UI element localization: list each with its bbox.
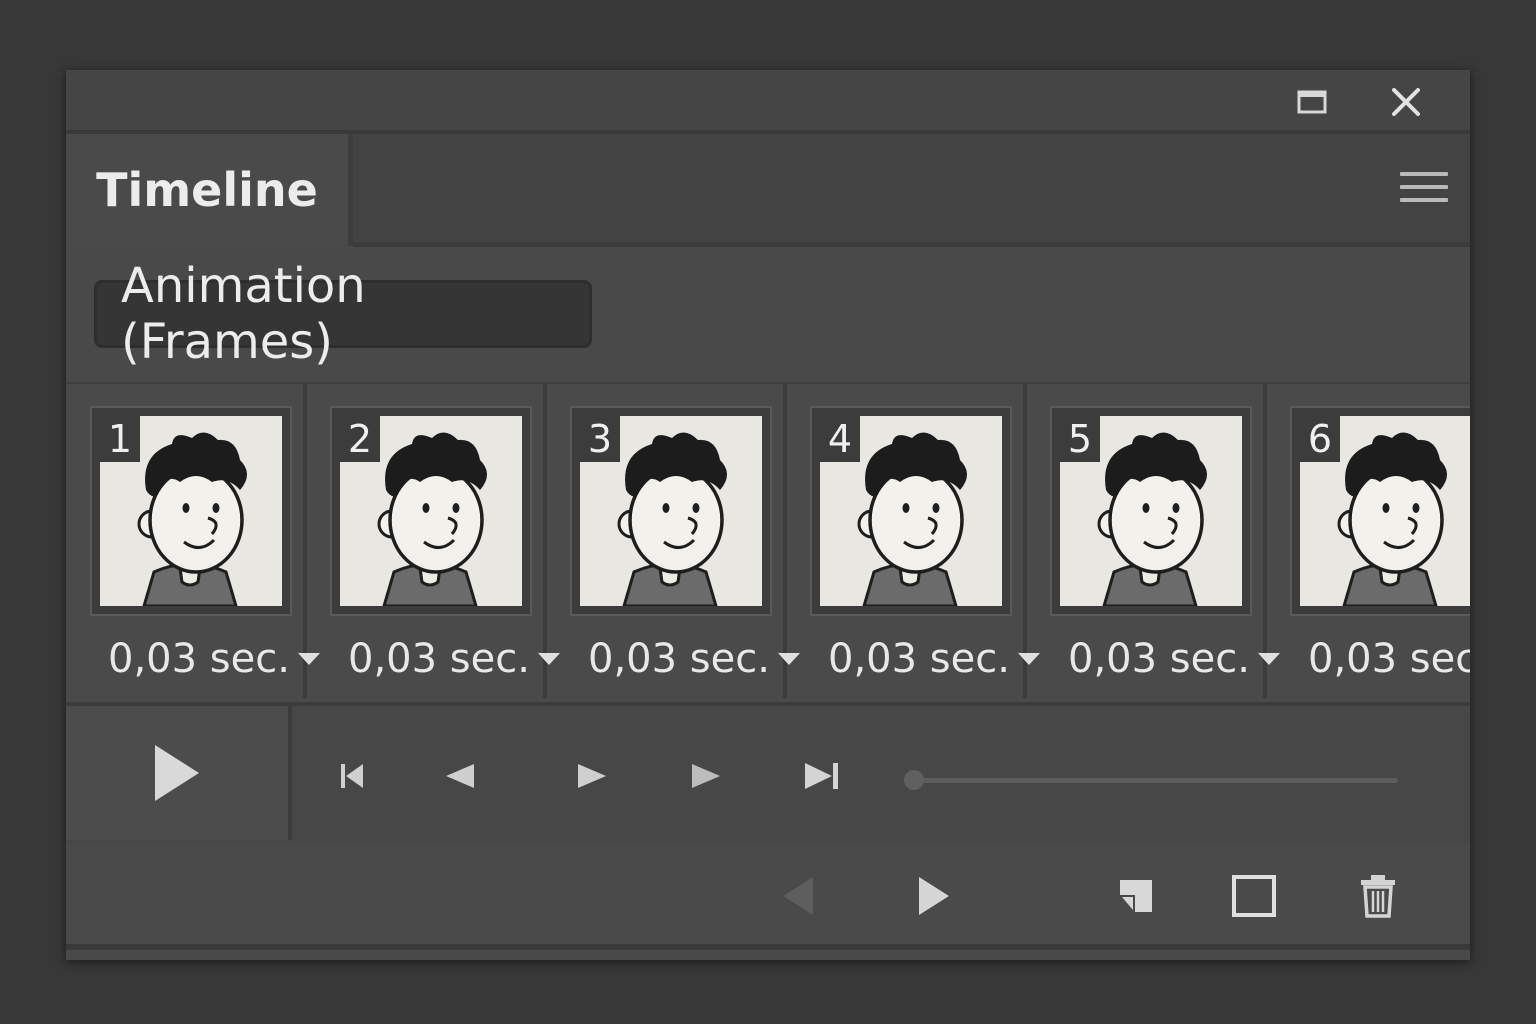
play-button[interactable] [66, 706, 292, 840]
frame-delay-dropdown[interactable]: 0,03 sec. [828, 634, 1040, 684]
playback-scrubber-track[interactable] [912, 778, 1398, 783]
frame-delay-label: 0,03 sec. [348, 636, 530, 682]
frame-number: 5 [1060, 416, 1100, 462]
timeline-panel: Timeline Animation (Frames) 1 0,03 sec. 2… [66, 70, 1470, 960]
tab-timeline[interactable]: Timeline [66, 134, 353, 246]
duplicate-frame-icon [1232, 875, 1276, 917]
last-frame-button[interactable] [800, 756, 844, 796]
playback-bar [66, 702, 1470, 848]
animation-mode-selector[interactable]: Animation (Frames) [94, 258, 592, 370]
play-forward-icon [578, 764, 606, 788]
frame-thumbnail[interactable]: 5 [1050, 406, 1252, 616]
previous-arrow-icon [783, 877, 813, 915]
panel-titlebar [66, 70, 1470, 134]
frame-thumbnail[interactable]: 3 [570, 406, 772, 616]
frame-cell[interactable]: 2 0,03 sec. [310, 384, 560, 698]
frame-number: 1 [100, 416, 140, 462]
duplicate-frame-button[interactable] [1228, 870, 1280, 922]
frame-cell[interactable]: 6 0,03 sec. [1270, 384, 1470, 698]
frame-delay-dropdown[interactable]: 0,03 sec. [108, 634, 320, 684]
frame-delay-dropdown[interactable]: 0,03 sec. [1068, 634, 1280, 684]
new-layer-button[interactable] [1110, 870, 1162, 922]
frame-thumbnail[interactable]: 1 [90, 406, 292, 616]
next-button[interactable] [908, 870, 960, 922]
new-layer-icon [1120, 880, 1152, 912]
panel-menu-button[interactable] [1400, 172, 1448, 212]
frame-delay-dropdown[interactable]: 0,03 sec. [348, 634, 560, 684]
first-frame-icon [341, 764, 363, 788]
previous-frame-icon [446, 764, 474, 788]
frame-delay-label: 0,03 sec. [1308, 636, 1470, 682]
frame-cell[interactable]: 4 0,03 sec. [790, 384, 1040, 698]
first-frame-button[interactable] [330, 756, 374, 796]
maximize-icon [1297, 90, 1327, 114]
last-frame-icon [805, 763, 838, 789]
bottom-toolbar [66, 844, 1470, 950]
frame-number: 4 [820, 416, 860, 462]
frame-cell[interactable]: 3 0,03 sec. [550, 384, 800, 698]
play-icon [155, 745, 199, 801]
frame-cell[interactable]: 5 0,03 sec. [1030, 384, 1280, 698]
hamburger-menu-icon [1400, 172, 1448, 202]
close-button[interactable] [1384, 82, 1428, 122]
next-frame-button[interactable] [684, 756, 728, 796]
previous-frame-button[interactable] [438, 756, 482, 796]
maximize-button[interactable] [1290, 82, 1334, 122]
frame-number: 3 [580, 416, 620, 462]
frame-number: 2 [340, 416, 380, 462]
playback-scrubber-handle[interactable] [904, 770, 924, 790]
frame-thumbnail[interactable]: 2 [330, 406, 532, 616]
frame-delay-dropdown[interactable]: 0,03 sec. [1308, 634, 1470, 684]
frame-delay-dropdown[interactable]: 0,03 sec. [588, 634, 800, 684]
frame-thumbnail[interactable]: 6 [1290, 406, 1470, 616]
next-arrow-icon [919, 877, 949, 915]
trash-icon [1361, 875, 1395, 918]
frame-delay-label: 0,03 sec. [588, 636, 770, 682]
frame-thumbnail[interactable]: 4 [810, 406, 1012, 616]
previous-button[interactable] [772, 870, 824, 922]
frame-number: 6 [1300, 416, 1340, 462]
tab-row: Timeline [66, 134, 1470, 247]
delete-frame-button[interactable] [1352, 870, 1404, 922]
frames-strip: 1 0,03 sec. 2 0,03 sec. 3 0,03 sec. 4 0,03 s… [66, 382, 1470, 702]
frame-delay-label: 0,03 sec. [828, 636, 1010, 682]
close-icon [1392, 88, 1420, 116]
play-forward-button[interactable] [570, 756, 614, 796]
next-frame-icon [692, 764, 720, 788]
frame-delay-label: 0,03 sec. [108, 636, 290, 682]
tab-row-filler [353, 134, 1470, 247]
frame-delay-label: 0,03 sec. [1068, 636, 1250, 682]
frame-cell[interactable]: 1 0,03 sec. [70, 384, 320, 698]
